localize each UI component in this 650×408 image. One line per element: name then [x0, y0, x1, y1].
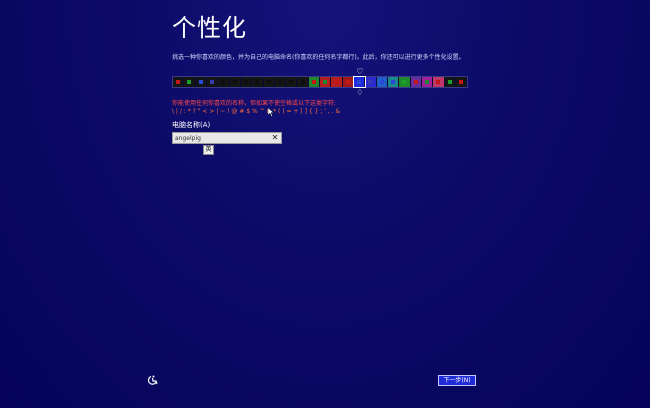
color-swatch-dot [221, 80, 226, 84]
color-swatch[interactable] [352, 76, 367, 88]
color-swatch[interactable] [297, 77, 309, 87]
page-title: 个性化 [172, 14, 247, 42]
ime-indicator[interactable]: 英 [203, 145, 214, 155]
color-swatch-dot [447, 80, 452, 84]
color-swatch-dot [266, 80, 271, 84]
computer-name-input[interactable] [175, 133, 267, 143]
color-swatch[interactable] [410, 77, 422, 87]
color-swatch-dot [311, 80, 316, 84]
mouse-cursor-icon [268, 108, 274, 117]
color-swatch-dot [402, 80, 407, 84]
color-swatch[interactable] [387, 77, 400, 87]
color-swatch[interactable] [184, 77, 196, 87]
color-swatch-dot [357, 80, 362, 84]
color-swatch[interactable] [195, 77, 207, 87]
color-swatch-dot [425, 80, 430, 84]
color-swatch[interactable] [286, 77, 298, 87]
color-swatch-dot [300, 80, 305, 84]
color-swatch-dot [176, 80, 181, 84]
computer-name-field[interactable]: ✕ [172, 132, 282, 144]
color-swatch[interactable] [365, 77, 377, 87]
color-swatch[interactable] [421, 77, 434, 87]
color-swatch-dot [323, 80, 328, 84]
color-swatch[interactable] [331, 77, 343, 87]
color-swatch[interactable] [444, 77, 456, 87]
color-swatch[interactable] [308, 77, 321, 87]
color-swatch-dot [210, 80, 215, 84]
color-swatch[interactable] [342, 77, 354, 87]
color-swatch[interactable] [263, 77, 275, 87]
color-swatch-dot [244, 80, 249, 84]
color-swatch[interactable] [455, 77, 468, 87]
selected-marker-bottom-icon: ♢ [356, 88, 364, 97]
color-swatch-dot [345, 80, 350, 84]
color-swatch[interactable] [240, 77, 253, 87]
color-swatch-dot [368, 80, 373, 84]
color-swatch-dot [413, 80, 418, 84]
warning-line: 你能使用任何你喜欢的名称，但如果不使空格或以下这类字符: [172, 100, 337, 107]
selected-marker-top-icon: ♡ [356, 67, 364, 76]
color-swatch-dot [379, 80, 384, 84]
color-swatch-dot [255, 80, 260, 84]
color-swatch[interactable] [274, 77, 287, 87]
clear-icon[interactable]: ✕ [270, 133, 280, 143]
color-swatch-dot [334, 80, 339, 84]
color-swatch[interactable] [376, 77, 388, 87]
page-description: 挑选一种你喜欢的颜色，并为自己的电脑命名(你喜欢的任何名字都行)。此后，你还可以… [172, 54, 465, 61]
color-picker[interactable]: ♡ ♢ [172, 67, 468, 97]
color-swatch-dot [436, 80, 441, 84]
color-swatch[interactable] [206, 77, 219, 87]
color-swatch-dot [232, 80, 237, 84]
color-swatch-dot [289, 80, 294, 84]
color-swatch-dot [198, 80, 203, 84]
color-swatch[interactable] [173, 77, 185, 87]
forbidden-characters: \ | / : * ? " < > | ~ ! @ # $ % ^ & * ( … [172, 108, 341, 115]
computer-name-label: 电脑名称(A) [172, 121, 211, 129]
color-swatch-dot [187, 80, 192, 84]
color-swatch[interactable] [399, 77, 411, 87]
color-swatch-bar[interactable] [172, 76, 468, 88]
color-swatch-dot [458, 80, 463, 84]
color-swatch-dot [391, 80, 396, 84]
accessibility-icon[interactable] [147, 375, 158, 386]
color-swatch[interactable] [320, 77, 332, 87]
color-swatch-dot [277, 80, 282, 84]
name-rules-warning: 你能使用任何你喜欢的名称，但如果不使空格或以下这类字符: \ | / : * ?… [172, 100, 340, 116]
color-swatch[interactable] [229, 77, 241, 87]
color-swatch[interactable] [433, 77, 445, 87]
color-swatch[interactable] [218, 77, 230, 87]
next-button[interactable]: 下一步(N) [438, 375, 476, 386]
color-swatch[interactable] [252, 77, 264, 87]
